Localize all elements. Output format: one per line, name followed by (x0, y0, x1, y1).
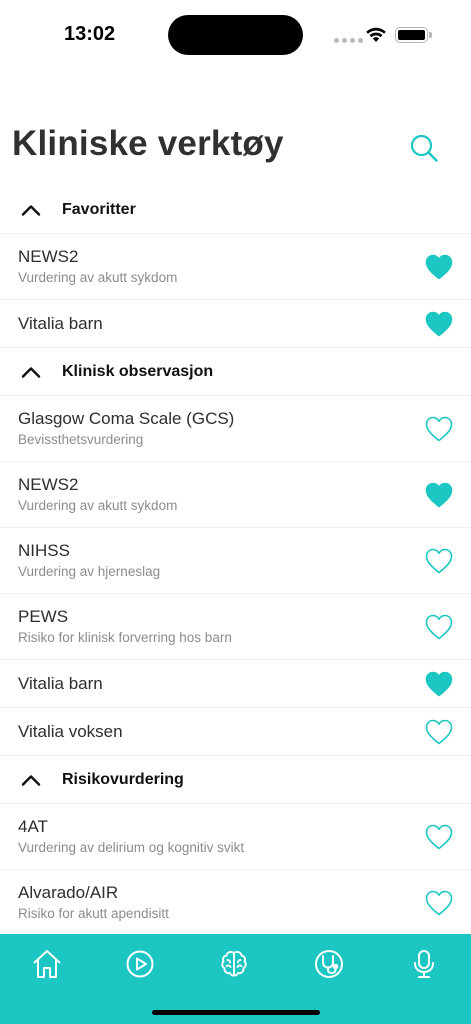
list-item-title: NEWS2 (18, 475, 79, 494)
cellular-signal-icon (334, 38, 363, 43)
list-item[interactable]: NIHSS Vurdering av hjerneslag (0, 528, 471, 594)
list-item[interactable]: NEWS2 Vurdering av akutt sykdom (0, 234, 471, 300)
chevron-up-icon (0, 204, 62, 216)
status-bar: 13:02 (0, 0, 471, 70)
list-item-text: NEWS2 Vurdering av akutt sykdom (18, 246, 407, 287)
favorite-filled-heart-icon[interactable] (407, 234, 471, 299)
favorite-outline-heart-icon[interactable] (407, 804, 471, 869)
favorite-outline-heart-icon[interactable] (407, 708, 471, 755)
status-time: 13:02 (64, 23, 116, 45)
dynamic-island (168, 15, 303, 55)
list-item-text: PEWS Risiko for klinisk forverring hos ba… (18, 606, 407, 647)
tab-stethoscope[interactable] (309, 944, 349, 984)
favorite-filled-heart-icon[interactable] (407, 660, 471, 707)
brain-icon (221, 951, 247, 977)
list-item-text: NEWS2 Vurdering av akutt sykdom (18, 474, 407, 515)
section-title: Favoritter (62, 200, 136, 218)
list-item-title: NEWS2 (18, 247, 79, 266)
tab-home[interactable] (27, 944, 67, 984)
favorite-outline-heart-icon[interactable] (407, 528, 471, 593)
list-item[interactable]: Vitalia barn (0, 300, 471, 348)
list-item-text: Vitalia barn (18, 313, 407, 335)
tool-list: Favoritter NEWS2 Vurdering av akutt sykdom… (0, 186, 471, 936)
microphone-icon (414, 950, 434, 978)
list-item[interactable]: Vitalia barn (0, 660, 471, 708)
list-item[interactable]: Glasgow Coma Scale (GCS) Bevissthetsvurde… (0, 396, 471, 462)
list-item-title: NIHSS (18, 541, 70, 560)
list-item-subtitle: Vurdering av hjerneslag (18, 564, 161, 579)
stethoscope-icon (315, 950, 343, 978)
section-header[interactable]: Favoritter (0, 186, 471, 234)
list-item-subtitle: Vurdering av delirium og kognitiv svikt (18, 840, 245, 855)
list-item-title: Glasgow Coma Scale (GCS) (18, 409, 235, 428)
favorite-outline-heart-icon[interactable] (407, 594, 471, 659)
list-item-title: 4AT (18, 817, 48, 836)
favorite-filled-heart-icon[interactable] (407, 300, 471, 347)
list-item-text: Glasgow Coma Scale (GCS) Bevissthetsvurde… (18, 408, 407, 449)
list-item-title: PEWS (18, 607, 69, 626)
tab-play[interactable] (120, 944, 160, 984)
list-item-text: Vitalia voksen (18, 721, 407, 743)
list-item-title: Vitalia barn (18, 673, 103, 693)
list-item-title: Vitalia voksen (18, 721, 123, 741)
list-item-subtitle: Bevissthetsvurdering (18, 432, 144, 447)
section-title: Risikovurdering (62, 770, 184, 788)
search-button[interactable] (404, 128, 444, 168)
page-title: Kliniske verktøy (12, 124, 284, 163)
play-icon (126, 950, 154, 978)
chevron-up-icon (0, 774, 62, 786)
section-header[interactable]: Klinisk observasjon (0, 348, 471, 396)
list-item-subtitle: Vurdering av akutt sykdom (18, 270, 178, 285)
list-item-title: Vitalia barn (18, 313, 103, 333)
list-item[interactable]: Alvarado/AIR Risiko for akutt apendisitt (0, 870, 471, 936)
home-indicator (152, 1010, 320, 1015)
list-item[interactable]: NEWS2 Vurdering av akutt sykdom (0, 462, 471, 528)
list-item-title: Alvarado/AIR (18, 883, 119, 902)
list-item-text: Alvarado/AIR Risiko for akutt apendisitt (18, 882, 407, 923)
list-item[interactable]: 4AT Vurdering av delirium og kognitiv svi… (0, 804, 471, 870)
tab-microphone[interactable] (404, 944, 444, 984)
battery-icon (395, 27, 428, 43)
list-item-text: Vitalia barn (18, 673, 407, 695)
section-title: Klinisk observasjon (62, 362, 214, 380)
battery-tip (429, 32, 432, 38)
list-item-text: 4AT Vurdering av delirium og kognitiv svi… (18, 816, 407, 857)
favorite-outline-heart-icon[interactable] (407, 396, 471, 461)
tab-brain[interactable] (214, 944, 254, 984)
list-item-subtitle: Vurdering av akutt sykdom (18, 498, 178, 513)
list-item[interactable]: Vitalia voksen (0, 708, 471, 756)
home-icon (33, 950, 61, 978)
list-item[interactable]: PEWS Risiko for klinisk forverring hos ba… (0, 594, 471, 660)
favorite-filled-heart-icon[interactable] (407, 462, 471, 527)
list-item-subtitle: Risiko for akutt apendisitt (18, 906, 169, 921)
favorite-outline-heart-icon[interactable] (407, 870, 471, 935)
search-icon (410, 134, 438, 162)
list-item-subtitle: Risiko for klinisk forverring hos barn (18, 630, 232, 645)
wifi-icon (366, 27, 386, 42)
chevron-up-icon (0, 366, 62, 378)
list-item-text: NIHSS Vurdering av hjerneslag (18, 540, 407, 581)
section-header[interactable]: Risikovurdering (0, 756, 471, 804)
